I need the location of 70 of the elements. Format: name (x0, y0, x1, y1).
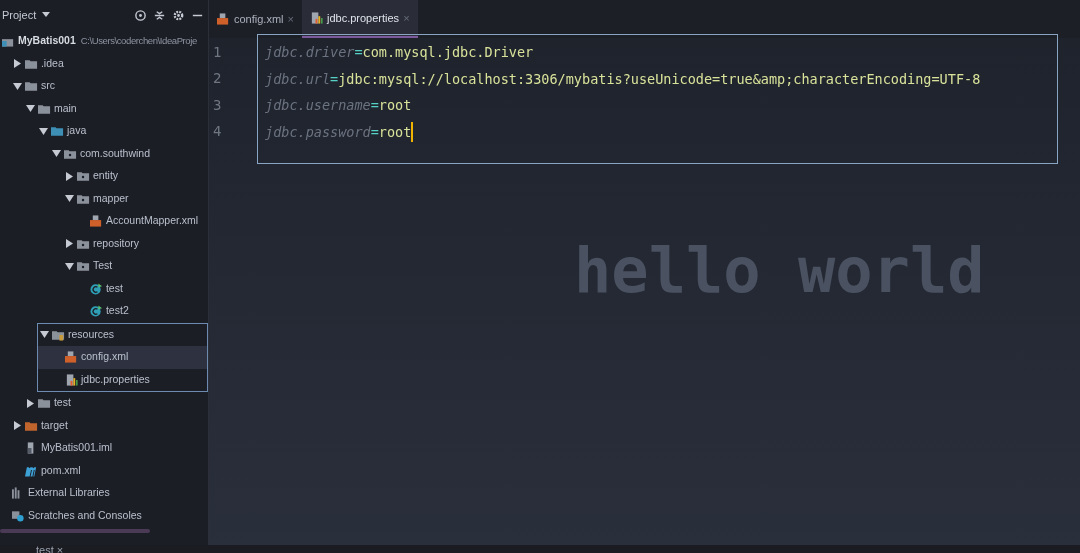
expanded-arrow-icon[interactable] (51, 149, 61, 159)
expanded-arrow-icon[interactable] (38, 126, 48, 136)
xml-file-icon (89, 215, 103, 228)
path-label: C:\Users\coderchen\IdeaProje (80, 34, 197, 49)
expanded-arrow-icon[interactable] (64, 194, 74, 204)
package-icon (76, 170, 90, 183)
folder-icon (50, 125, 64, 138)
tree-item[interactable]: entity (0, 165, 208, 188)
tree-item[interactable]: config.xml (37, 346, 207, 369)
expanded-arrow-icon[interactable] (39, 330, 49, 340)
class-icon (89, 282, 103, 295)
properties-file-icon (64, 373, 78, 386)
resources-folder-icon (51, 328, 65, 341)
tree-item[interactable]: target (0, 414, 208, 437)
tree-item[interactable]: jdbc.properties (37, 368, 207, 391)
collapsed-arrow-icon[interactable] (12, 421, 22, 431)
tree-item[interactable]: test (0, 277, 208, 300)
folder-icon (24, 80, 38, 93)
collapsed-arrow-icon[interactable] (64, 239, 74, 249)
xml-file-icon (64, 351, 78, 364)
tree-item[interactable]: AccountMapper.xml (0, 210, 208, 233)
collapsed-arrow-icon[interactable] (12, 59, 22, 69)
tree-item[interactable]: MyBatis001.iml (0, 437, 208, 460)
tree-item[interactable]: resources (37, 323, 207, 346)
line-number: 3 (212, 95, 223, 115)
expanded-arrow-icon[interactable] (64, 261, 74, 271)
code-line: jdbc.username=root (265, 96, 413, 116)
package-icon (76, 260, 90, 273)
code-line: jdbc.driver=com.mysql.jdbc.Driver (265, 43, 535, 63)
tree-item[interactable]: main (0, 97, 208, 120)
folder-icon (37, 397, 51, 410)
dropdown-caret-icon[interactable] (42, 12, 51, 18)
expanded-arrow-icon[interactable] (25, 104, 35, 114)
tree-item[interactable]: repository (0, 232, 208, 255)
line-number: 2 (212, 69, 223, 89)
folder-icon (24, 419, 38, 432)
tree-item[interactable]: Test (0, 255, 208, 278)
package-icon (76, 192, 90, 205)
code-line: jdbc.password=root (265, 120, 415, 144)
line-number: 1 (212, 42, 223, 62)
maven-m-icon (24, 464, 38, 477)
editor-tab[interactable]: jdbc.properties × (301, 0, 418, 38)
code-line: jdbc.url=jdbc:mysql://localhost:3306/mybatis?useUnicode=true&amp;characterEncoding=UTF-8 (265, 69, 982, 89)
expanded-arrow-icon[interactable] (12, 81, 22, 91)
tree-item[interactable]: mapper (0, 187, 208, 210)
tree-item[interactable]: External Libraries (0, 482, 208, 505)
tree-item[interactable]: pom.xml (0, 459, 208, 482)
tree-item[interactable]: .idea (0, 52, 208, 75)
tree-item[interactable]: src (0, 75, 208, 98)
editor-tab[interactable]: config.xml × (209, 0, 302, 38)
package-icon (63, 147, 77, 160)
properties-file-icon (309, 12, 323, 24)
tree-item[interactable]: java (0, 120, 208, 143)
line-number: 4 (212, 122, 223, 142)
xml-file-icon (217, 13, 230, 25)
collapsed-arrow-icon[interactable] (64, 171, 74, 181)
tree-item[interactable]: com.southwind (0, 142, 208, 165)
collapsed-arrow-icon[interactable] (25, 398, 35, 408)
tree-item[interactable]: test (0, 392, 208, 415)
package-icon (76, 237, 90, 250)
project-view-dropdown[interactable]: Project (2, 6, 37, 24)
tree-item[interactable]: MyBatis001 C:\Users\coderchen\IdeaProje (0, 30, 208, 53)
scratches-icon (12, 509, 25, 522)
locate-icon[interactable] (134, 8, 147, 22)
folder-icon (24, 57, 38, 70)
tree-item[interactable]: Scratches and Consoles (0, 504, 208, 527)
class-icon (89, 305, 103, 318)
tree-item[interactable]: test2 (0, 300, 208, 323)
folder-icon (37, 102, 51, 115)
settings-icon[interactable] (172, 8, 185, 22)
